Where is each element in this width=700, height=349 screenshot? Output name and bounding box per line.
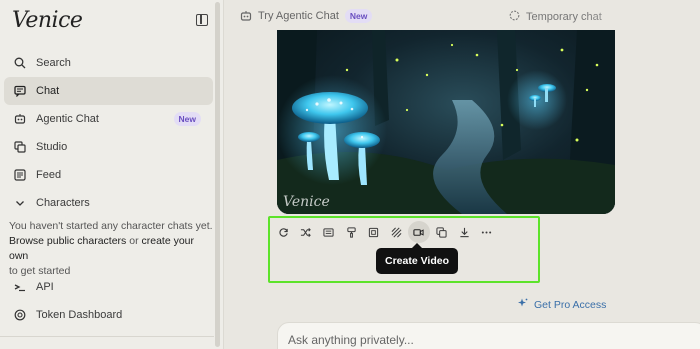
upscale-button[interactable]	[362, 221, 385, 243]
try-agentic-chat-button[interactable]: Try Agentic Chat New	[240, 9, 373, 23]
image-action-toolbar	[272, 221, 498, 243]
remix-button[interactable]	[295, 221, 318, 243]
sidebar-scrollbar[interactable]	[215, 2, 220, 347]
get-pro-access-link[interactable]: Get Pro Access	[518, 298, 606, 311]
new-badge: New	[344, 9, 373, 23]
details-icon	[323, 227, 334, 237]
pattern-icon	[391, 227, 402, 237]
feed-icon	[13, 168, 27, 182]
chat-icon	[13, 84, 27, 98]
regenerate-button[interactable]	[272, 221, 295, 243]
sidebar-item-label: Chat	[36, 85, 60, 97]
search-icon	[13, 56, 27, 70]
sidebar-item-search[interactable]: Search	[4, 49, 213, 77]
chevron-down-icon	[13, 196, 27, 210]
browse-characters-link[interactable]: Browse public characters	[9, 235, 126, 247]
more-icon	[481, 230, 492, 234]
characters-note-line1: You haven't started any character chats …	[9, 220, 213, 232]
copy-button[interactable]	[430, 221, 453, 243]
paint-brush-icon	[346, 226, 356, 238]
studio-icon	[13, 140, 27, 154]
message-composer	[277, 322, 700, 349]
sidebar-divider	[0, 336, 214, 337]
sidebar-toggle-icon[interactable]	[196, 14, 208, 26]
sidebar-item-label: API	[36, 281, 54, 293]
robot-icon	[240, 10, 252, 22]
sidebar-item-label: Agentic Chat	[36, 113, 99, 125]
download-button[interactable]	[453, 221, 476, 243]
video-icon	[413, 228, 424, 236]
sidebar-item-label: Feed	[36, 169, 62, 181]
get-pro-access-label: Get Pro Access	[534, 298, 607, 311]
try-agentic-label: Try Agentic Chat	[258, 10, 339, 22]
download-icon	[459, 227, 469, 237]
background-button[interactable]	[385, 221, 408, 243]
characters-note-or: or	[126, 235, 142, 247]
shuffle-icon	[301, 227, 312, 237]
sidebar-item-token-dashboard[interactable]: Token Dashboard	[4, 301, 213, 329]
sidebar-item-label: Token Dashboard	[36, 309, 123, 321]
message-input[interactable]	[288, 333, 668, 347]
sidebar: Venice Search Chat Agentic Chat New Stud…	[0, 0, 224, 349]
details-button[interactable]	[317, 221, 340, 243]
copy-icon	[436, 226, 447, 238]
characters-empty-note: You haven't started any character chats …	[9, 219, 214, 279]
create-video-tooltip: Create Video	[376, 243, 458, 274]
generated-image[interactable]: Venice	[277, 30, 615, 214]
sidebar-item-characters[interactable]: Characters	[4, 189, 213, 217]
topbar: Try Agentic Chat New Temporary chat	[224, 0, 700, 34]
create-video-button[interactable]	[407, 221, 431, 243]
sidebar-item-label: Characters	[36, 197, 90, 209]
sidebar-item-api[interactable]: API	[4, 273, 213, 301]
logo[interactable]: Venice	[12, 8, 83, 33]
characters-note-line2: Browse public characters or create your …	[9, 234, 214, 264]
sparkle-icon	[518, 298, 528, 311]
upscale-icon	[369, 227, 379, 237]
sidebar-item-label: Search	[36, 57, 71, 69]
refresh-icon	[279, 227, 288, 237]
api-icon	[13, 280, 27, 294]
edit-style-button[interactable]	[340, 221, 363, 243]
robot-icon	[13, 112, 27, 126]
topbar-fade	[584, 0, 700, 34]
token-icon	[13, 308, 27, 322]
more-button[interactable]	[475, 221, 498, 243]
sidebar-item-studio[interactable]: Studio	[4, 133, 213, 161]
image-watermark: Venice	[283, 194, 330, 210]
new-badge: New	[173, 112, 201, 126]
sidebar-item-chat[interactable]: Chat	[4, 77, 213, 105]
forest-scene	[277, 30, 615, 214]
sidebar-item-agentic-chat[interactable]: Agentic Chat New	[4, 105, 213, 133]
temporary-chat-icon	[509, 10, 520, 24]
sidebar-item-label: Studio	[36, 141, 68, 153]
sidebar-item-feed[interactable]: Feed	[4, 161, 213, 189]
